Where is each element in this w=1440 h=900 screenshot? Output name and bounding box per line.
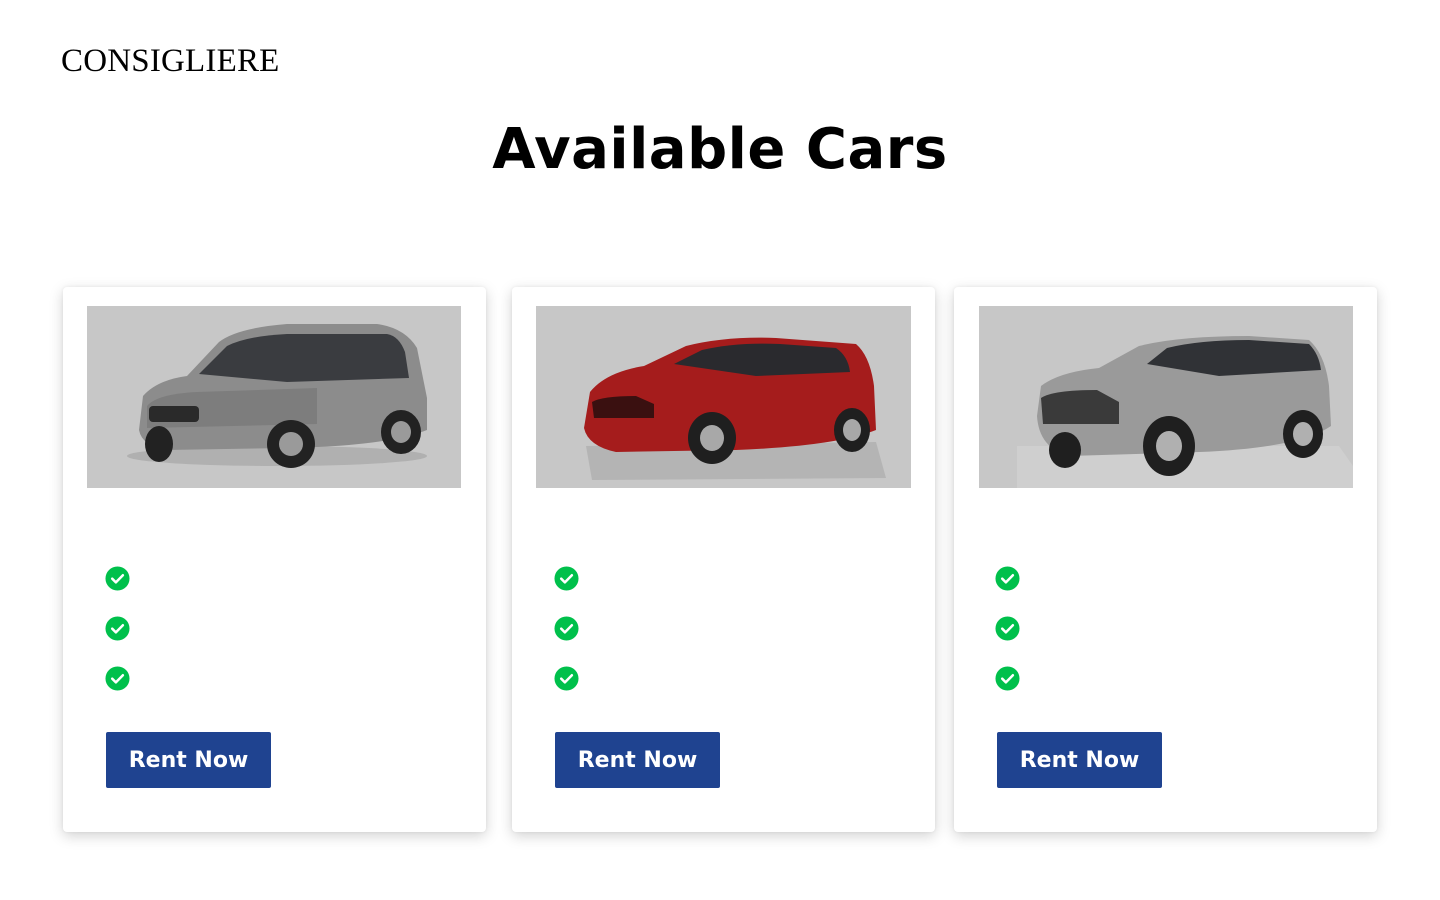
feature-item: [554, 615, 591, 641]
car-card: Rent Now: [63, 287, 486, 832]
check-circle-icon: [554, 565, 579, 591]
rent-now-button[interactable]: Rent Now: [555, 732, 720, 788]
car-image-red-hatchback: [536, 306, 911, 488]
check-circle-icon: [554, 665, 579, 691]
feature-list: [995, 565, 1032, 715]
check-circle-icon: [995, 565, 1020, 591]
feature-item: [554, 565, 591, 591]
feature-list: [554, 565, 591, 715]
feature-list: [105, 565, 142, 715]
car-card: Rent Now: [954, 287, 1377, 832]
check-circle-icon: [105, 615, 130, 641]
rent-now-button[interactable]: Rent Now: [997, 732, 1162, 788]
check-circle-icon: [105, 565, 130, 591]
rent-now-button[interactable]: Rent Now: [106, 732, 271, 788]
feature-item: [554, 665, 591, 691]
feature-item: [995, 565, 1032, 591]
check-circle-icon: [554, 615, 579, 641]
car-image-silver-suv: [979, 306, 1353, 488]
page-title: Available Cars: [492, 117, 948, 182]
feature-item: [105, 565, 142, 591]
check-circle-icon: [995, 665, 1020, 691]
car-image-silver-mpv: [87, 306, 461, 488]
brand-logo[interactable]: CONSIGLIERE: [61, 41, 280, 81]
feature-item: [105, 665, 142, 691]
feature-item: [105, 615, 142, 641]
check-circle-icon: [105, 665, 130, 691]
check-circle-icon: [995, 615, 1020, 641]
feature-item: [995, 665, 1032, 691]
car-card: Rent Now: [512, 287, 935, 832]
feature-item: [995, 615, 1032, 641]
